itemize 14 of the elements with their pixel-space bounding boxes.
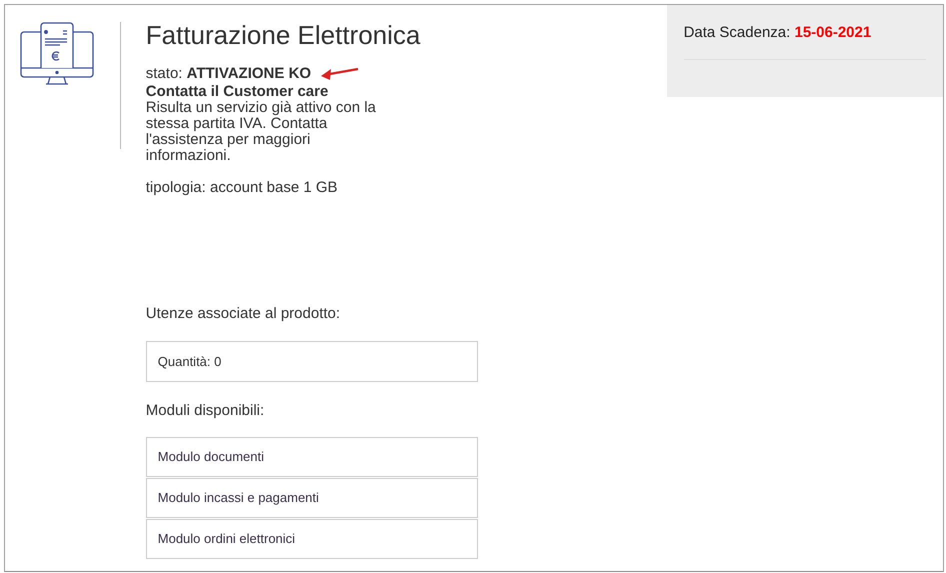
computer-invoice-icon: [20, 22, 94, 86]
message-title: Contatta il Customer care: [146, 83, 330, 100]
module-item: Modulo incassi e pagamenti: [146, 478, 478, 518]
module-item: Modulo documenti: [146, 437, 478, 477]
section-heading: Utenze associate al prodotto:: [146, 305, 342, 323]
module-item: Modulo ordini elettronici: [146, 519, 478, 559]
product-title: Fatturazione Elettronica: [146, 19, 422, 51]
expiry-date: Data Scadenza: 15-06-2021: [684, 24, 872, 42]
section-heading: Moduli disponibili:: [146, 402, 266, 420]
message-text: Risulta un servizio già attivo con la stessa partita IVA. Contatta l'assistenza per maggiori informazioni.: [146, 100, 377, 164]
status-text: stato: ATTIVAZIONE KO: [146, 65, 312, 83]
type-text: tipologia: account base 1 GB: [146, 179, 339, 197]
arrow-icon: [319, 67, 360, 81]
quantity-panel: Quantità: 0: [146, 341, 478, 382]
